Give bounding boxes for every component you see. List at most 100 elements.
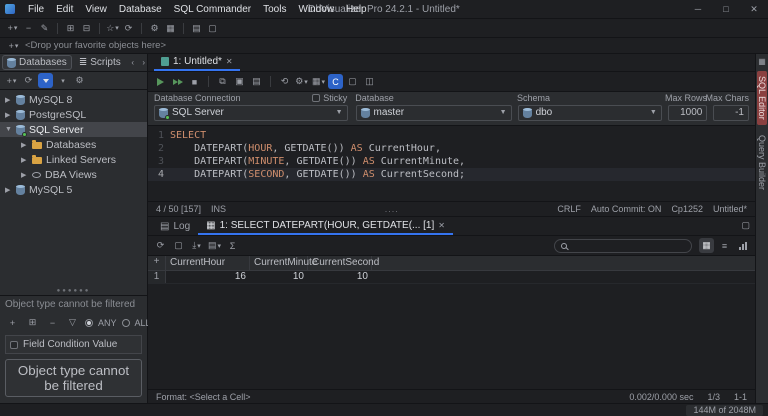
memory-indicator[interactable]: 144M of 2048M [686,405,763,416]
add-connection-icon[interactable]: +▾ [5,21,20,36]
schema-select[interactable]: dbo ▼ [518,105,662,121]
cell-currentminute[interactable]: 10 [250,271,308,283]
add-favorite-icon[interactable]: +▾ [6,38,21,53]
select-all-icon[interactable]: ▢ [171,238,186,253]
tree-filter-icon[interactable] [38,73,53,88]
tab-scripts[interactable]: ≣ Scripts [75,56,125,69]
tree-item-mysql5[interactable]: ▶ MySQL 5 [0,182,147,197]
panel-splitter-handle[interactable]: .... [236,204,547,214]
chevron-right-icon[interactable]: ▶ [5,111,12,119]
aggregate-icon[interactable]: Σ [225,238,240,253]
field-condition-row[interactable]: Field Condition Value [5,335,142,354]
tree-item-postgresql[interactable]: ▶ PostgreSQL [0,107,147,122]
tree-item-databases[interactable]: ▶ Databases [0,137,147,152]
max-chars-input[interactable]: -1 [713,105,749,121]
menu-view[interactable]: View [79,4,113,15]
chevron-right-icon[interactable]: ▶ [21,171,28,179]
paste-icon[interactable]: ▣ [232,74,247,89]
chart-view-icon[interactable] [735,238,750,253]
auto-commit-toggle-icon[interactable]: C [328,74,343,89]
tab-query-builder[interactable]: Query Builder [757,130,767,195]
cell-currentsecond[interactable]: 10 [308,271,372,283]
tab-sql-editor[interactable]: SQL Editor [757,71,767,125]
insert-row-icon[interactable]: + [148,256,166,270]
grid-view-icon[interactable]: ▦ [699,238,714,253]
grid-search[interactable] [554,239,692,253]
tree-item-sql-server[interactable]: ▼ SQL Server [0,122,147,137]
sql-history-icon[interactable]: ⟲ [277,74,292,89]
table-row[interactable]: 1 16 10 10 [148,271,755,284]
nav-back-icon[interactable]: ‹ [128,58,138,67]
stop-icon[interactable]: ■ [187,74,202,89]
monitor-icon[interactable]: ▦ [163,21,178,36]
history-icon[interactable]: ⟳ [121,21,136,36]
minimize-icon[interactable]: ─ [684,0,712,19]
filter-disabled-button[interactable]: Object type cannot be filtered [5,359,142,397]
field-condition-checkbox[interactable] [10,341,18,349]
menu-database[interactable]: Database [113,4,168,15]
editor-settings-icon[interactable]: ⚙▾ [294,74,309,89]
copy-icon[interactable]: ⧉ [215,74,230,89]
describe-icon[interactable]: ▤▾ [207,238,222,253]
tab-log[interactable]: ▤ Log [152,217,198,235]
autocommit-indicator[interactable]: Auto Commit: ON [591,204,662,214]
menu-tools[interactable]: Tools [257,4,292,15]
strip-grid-icon[interactable]: ▦ [758,57,766,66]
filter-copy-icon[interactable]: ⊞ [25,315,40,330]
menu-sql-commander[interactable]: SQL Commander [168,4,257,15]
detach-icon[interactable]: ◫ [362,74,377,89]
layout-icon[interactable]: ▤ [189,21,204,36]
edit-icon[interactable]: ✎ [37,21,52,36]
filter-remove-icon[interactable]: − [45,315,60,330]
tree-settings-icon[interactable]: ⚙ [72,73,87,88]
max-rows-input[interactable]: 1000 [668,105,708,121]
tab-result-set[interactable]: ▦ 1: SELECT DATEPART(HOUR, GETDATE(... [… [198,217,453,235]
close-tab-icon[interactable]: ✕ [438,221,445,230]
sidebar-splitter[interactable]: ●●●●●● [0,287,147,295]
menu-window[interactable]: Window [292,4,340,15]
remove-icon[interactable]: − [21,21,36,36]
chevron-right-icon[interactable]: ▶ [21,141,28,149]
tree-add-icon[interactable]: +▾ [4,73,19,88]
chevron-right-icon[interactable]: ▶ [5,96,12,104]
connection-select[interactable]: SQL Server ▼ [154,105,348,121]
menu-help[interactable]: Help [340,4,373,15]
any-radio[interactable] [85,319,93,327]
export-icon[interactable]: ⤓▾ [189,238,204,253]
column-header-currentminute[interactable]: CurrentMinute [250,256,308,270]
menu-file[interactable]: File [22,4,50,15]
column-header-currentsecond[interactable]: CurrentSecond [308,256,372,270]
tree-item-dba-views[interactable]: ▶ DBA Views [0,167,147,182]
close-tab-icon[interactable]: ✕ [226,57,233,66]
disconnect-icon[interactable]: ⊟ [79,21,94,36]
settings-icon[interactable]: ⚙ [147,21,162,36]
execute-current-icon[interactable] [170,74,185,89]
tree-item-linked-servers[interactable]: ▶ Linked Servers [0,152,147,167]
maximize-panel-icon[interactable]: ▢ [741,220,750,231]
filter-add-icon[interactable]: + [5,315,20,330]
maximize-icon[interactable]: □ [712,0,740,19]
close-icon[interactable]: ✕ [740,0,768,19]
execute-icon[interactable] [153,74,168,89]
sticky-checkbox[interactable] [312,94,320,102]
chevron-right-icon[interactable]: ▶ [5,186,12,194]
sql-editor[interactable]: 1 SELECT 2 DATEPART(HOUR, GETDATE()) AS … [148,126,755,202]
chevron-down-icon[interactable]: ▼ [5,126,12,133]
search-input[interactable] [571,241,685,251]
column-header-currenthour[interactable]: CurrentHour [166,256,250,270]
new-window-icon[interactable]: ▢ [205,21,220,36]
database-select[interactable]: master ▼ [356,105,512,121]
chart-mode-icon[interactable]: ▦▾ [311,74,326,89]
text-view-icon[interactable]: ≡ [717,238,732,253]
transaction-icon[interactable]: ▢ [345,74,360,89]
editor-tab-untitled[interactable]: 1: Untitled* ✕ [154,54,240,71]
chevron-right-icon[interactable]: ▶ [21,156,28,164]
format-sql-icon[interactable]: ▤ [249,74,264,89]
cell-currenthour[interactable]: 16 [166,271,250,283]
favorites-icon[interactable]: ☆▾ [105,21,120,36]
all-radio[interactable] [122,319,130,327]
filter-dropdown-icon[interactable]: ▾ [55,73,70,88]
reload-icon[interactable]: ⟳ [153,238,168,253]
tree-refresh-icon[interactable]: ⟳ [21,73,36,88]
tab-databases[interactable]: Databases [2,55,72,70]
